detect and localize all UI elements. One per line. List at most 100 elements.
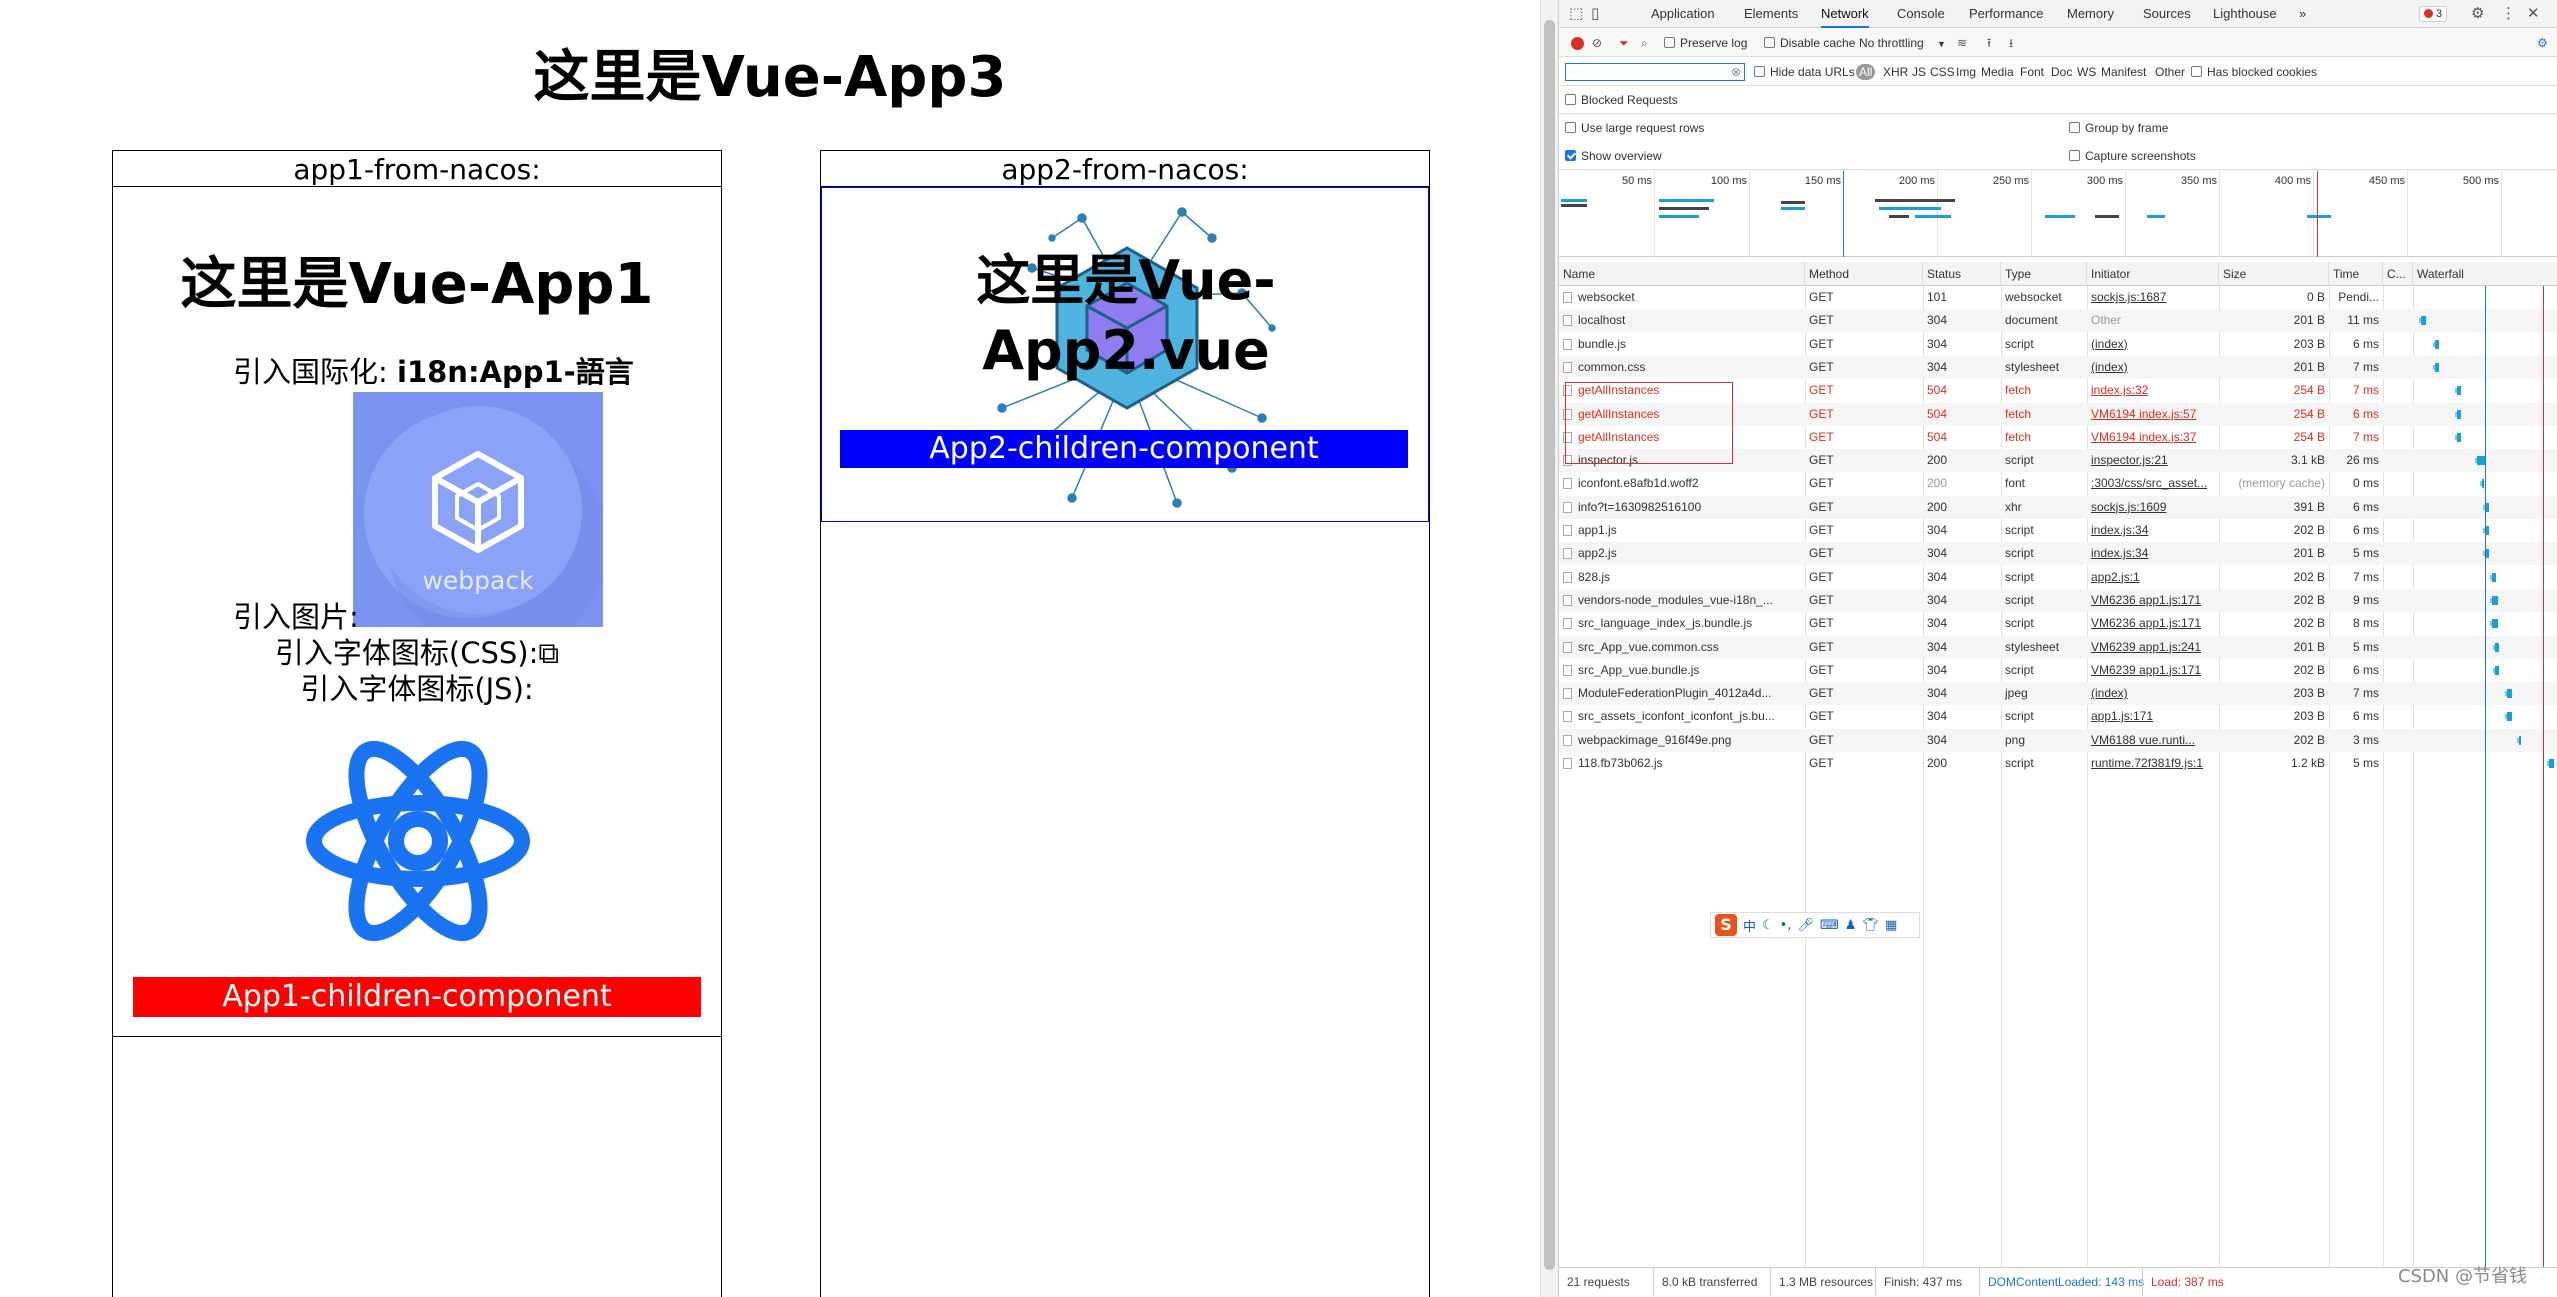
table-row[interactable]: app2.js GET 304 script index.js:34 201 B 5 ms	[1559, 542, 2557, 566]
type-filter-ws[interactable]: WS	[2074, 64, 2099, 80]
shirt-skin-icon[interactable]: 👕︎	[1862, 918, 1879, 933]
punctuation-icon[interactable]: •,	[1780, 918, 1792, 933]
cell-name[interactable]: src_language_index_js.bundle.js	[1559, 612, 1805, 635]
capture-screenshots-checkbox[interactable]: Capture screenshots	[2069, 142, 2196, 170]
cell-initiator[interactable]: VM6239 app1.js:241	[2087, 636, 2219, 659]
column-header-connection[interactable]: C...	[2383, 262, 2413, 286]
cell-initiator[interactable]: inspector.js:21	[2087, 449, 2219, 472]
cell-name[interactable]: iconfont.e8afb1d.woff2	[1559, 472, 1805, 495]
disable-cache-box[interactable]	[1764, 37, 1775, 48]
column-header-status[interactable]: Status	[1923, 262, 2001, 286]
error-count-badge[interactable]: 3	[2419, 6, 2448, 22]
cell-name[interactable]: ModuleFederationPlugin_4012a4d...	[1559, 682, 1805, 705]
has-blocked-cookies-box[interactable]	[2191, 66, 2202, 77]
table-row[interactable]: 118.fb73b062.js GET 200 script runtime.72f38…	[1559, 752, 2557, 775]
show-overview-checkbox[interactable]: Show overview	[1565, 142, 1662, 170]
type-filter-img[interactable]: Img	[1953, 64, 1979, 80]
column-header-size[interactable]: Size	[2219, 262, 2329, 286]
hide-data-urls-checkbox[interactable]: Hide data URLs	[1754, 58, 1855, 86]
table-row[interactable]: info?t=1630982516100 GET 200 xhr sockjs.js:1…	[1559, 495, 2557, 519]
search-icon[interactable]: ⌕	[1641, 29, 1648, 57]
cell-initiator[interactable]: index.js:32	[2087, 379, 2219, 402]
tab-memory[interactable]: Memory	[2067, 0, 2114, 28]
cell-name[interactable]: src_assets_iconfont_iconfont_js.bu...	[1559, 705, 1805, 728]
type-filter-js[interactable]: JS	[1909, 64, 1929, 80]
table-row[interactable]: src_App_vue.bundle.js GET 304 script VM6239 …	[1559, 659, 2557, 682]
disable-cache-checkbox[interactable]: Disable cache	[1764, 29, 1855, 57]
type-filter-all[interactable]: All	[1856, 64, 1876, 80]
table-row[interactable]: bundle.js GET 304 script (index) 203 B 6 ms	[1559, 333, 2557, 356]
blocked-requests-box[interactable]	[1565, 94, 1576, 105]
group-by-frame-checkbox[interactable]: Group by frame	[2069, 114, 2168, 142]
preserve-log-box[interactable]	[1664, 37, 1675, 48]
column-header-method[interactable]: Method	[1805, 262, 1923, 286]
cell-initiator[interactable]: (index)	[2087, 356, 2219, 379]
settings-gear-icon[interactable]: ⚙	[2471, 0, 2484, 28]
filter-funnel-icon[interactable]: ⏷	[1619, 29, 1629, 57]
type-filter-doc[interactable]: Doc	[2048, 64, 2075, 80]
record-button-icon[interactable]	[1571, 37, 1584, 50]
column-header-initiator[interactable]: Initiator	[2087, 262, 2219, 286]
type-filter-media[interactable]: Media	[1978, 64, 2017, 80]
tab-performance[interactable]: Performance	[1969, 0, 2043, 28]
tab-elements[interactable]: Elements	[1744, 0, 1798, 28]
cell-initiator[interactable]: (index)	[2087, 333, 2219, 356]
cell-initiator[interactable]: sockjs.js:1609	[2087, 496, 2219, 519]
preserve-log-checkbox[interactable]: Preserve log	[1664, 29, 1747, 57]
capture-screenshots-box[interactable]	[2069, 150, 2080, 161]
cell-initiator[interactable]: index.js:34	[2087, 542, 2219, 565]
cell-initiator[interactable]: VM6236 app1.js:171	[2087, 612, 2219, 635]
tab-network[interactable]: Network	[1821, 0, 1869, 28]
clear-icon[interactable]: ⊘	[1592, 29, 1602, 57]
tab-lighthouse[interactable]: Lighthouse	[2213, 0, 2277, 28]
cell-initiator[interactable]: :3003/css/src_asset...	[2087, 472, 2219, 495]
tab-application[interactable]: Application	[1651, 0, 1715, 28]
type-filter-manifest[interactable]: Manifest	[2098, 64, 2149, 80]
throttling-select[interactable]: No throttling ▼	[1859, 29, 1946, 57]
has-blocked-cookies-checkbox[interactable]: Has blocked cookies	[2191, 58, 2317, 86]
table-row[interactable]: src_App_vue.common.css GET 304 stylesheet VM…	[1559, 635, 2557, 659]
table-row[interactable]: src_language_index_js.bundle.js GET 304 scr…	[1559, 612, 2557, 635]
cell-name[interactable]: 118.fb73b062.js	[1559, 752, 1805, 775]
cell-initiator[interactable]: app2.js:1	[2087, 566, 2219, 589]
user-icon[interactable]: ♟	[1845, 918, 1857, 933]
tab-sources[interactable]: Sources	[2143, 0, 2191, 28]
cell-name[interactable]: common.css	[1559, 356, 1805, 379]
cell-initiator[interactable]: app1.js:171	[2087, 705, 2219, 728]
cell-initiator[interactable]: VM6239 app1.js:171	[2087, 659, 2219, 682]
show-overview-box[interactable]	[1565, 150, 1576, 161]
cell-name[interactable]: app1.js	[1559, 519, 1805, 542]
cell-initiator[interactable]: Other	[2087, 309, 2219, 332]
close-devtools-icon[interactable]: ✕	[2527, 0, 2540, 28]
table-row[interactable]: websocket GET 101 websocket sockjs.js:1687 0 …	[1559, 286, 2557, 309]
grid-tools-icon[interactable]: ▦	[1885, 918, 1897, 933]
ime-mode-label[interactable]: 中	[1743, 916, 1756, 935]
table-row[interactable]: vendors-node_modules_vue-i18n_... GET 304 s…	[1559, 588, 2557, 612]
table-row[interactable]: common.css GET 304 stylesheet (index) 201 B 7 …	[1559, 355, 2557, 379]
blocked-requests-checkbox[interactable]: Blocked Requests	[1565, 86, 1678, 114]
keyboard-icon[interactable]: ⌨	[1820, 918, 1839, 933]
device-toolbar-icon[interactable]: ▯	[1591, 0, 1599, 28]
cell-initiator[interactable]: index.js:34	[2087, 519, 2219, 542]
page-scrollbar[interactable]	[1540, 0, 1558, 1297]
table-row[interactable]: iconfont.e8afb1d.woff2 GET 200 font:3003/cs…	[1559, 472, 2557, 495]
cell-name[interactable]: info?t=1630982516100	[1559, 496, 1805, 519]
cell-name[interactable]: src_App_vue.common.css	[1559, 636, 1805, 659]
cell-name[interactable]: vendors-node_modules_vue-i18n_...	[1559, 589, 1805, 612]
cell-name[interactable]: webpackimage_916f49e.png	[1559, 729, 1805, 752]
cell-name[interactable]: src_App_vue.bundle.js	[1559, 659, 1805, 682]
more-tabs-button[interactable]: »	[2299, 0, 2306, 28]
type-filter-other[interactable]: Other	[2152, 64, 2188, 80]
column-header-time[interactable]: Time	[2329, 262, 2383, 286]
cell-name[interactable]: app2.js	[1559, 542, 1805, 565]
type-filter-font[interactable]: Font	[2017, 64, 2047, 80]
cell-initiator[interactable]: VM6236 app1.js:171	[2087, 589, 2219, 612]
type-filter-xhr[interactable]: XHR	[1880, 64, 1911, 80]
cell-initiator[interactable]: runtime.72f381f9.js:1	[2087, 752, 2219, 775]
cell-initiator[interactable]: VM6194 index.js:57	[2087, 403, 2219, 426]
cell-name[interactable]: 828.js	[1559, 566, 1805, 589]
more-options-icon[interactable]: ⋮	[2501, 0, 2516, 28]
table-row[interactable]: ModuleFederationPlugin_4012a4d... GET 304 j…	[1559, 682, 2557, 706]
column-header-type[interactable]: Type	[2001, 262, 2087, 286]
large-rows-checkbox[interactable]: Use large request rows	[1565, 114, 1704, 142]
